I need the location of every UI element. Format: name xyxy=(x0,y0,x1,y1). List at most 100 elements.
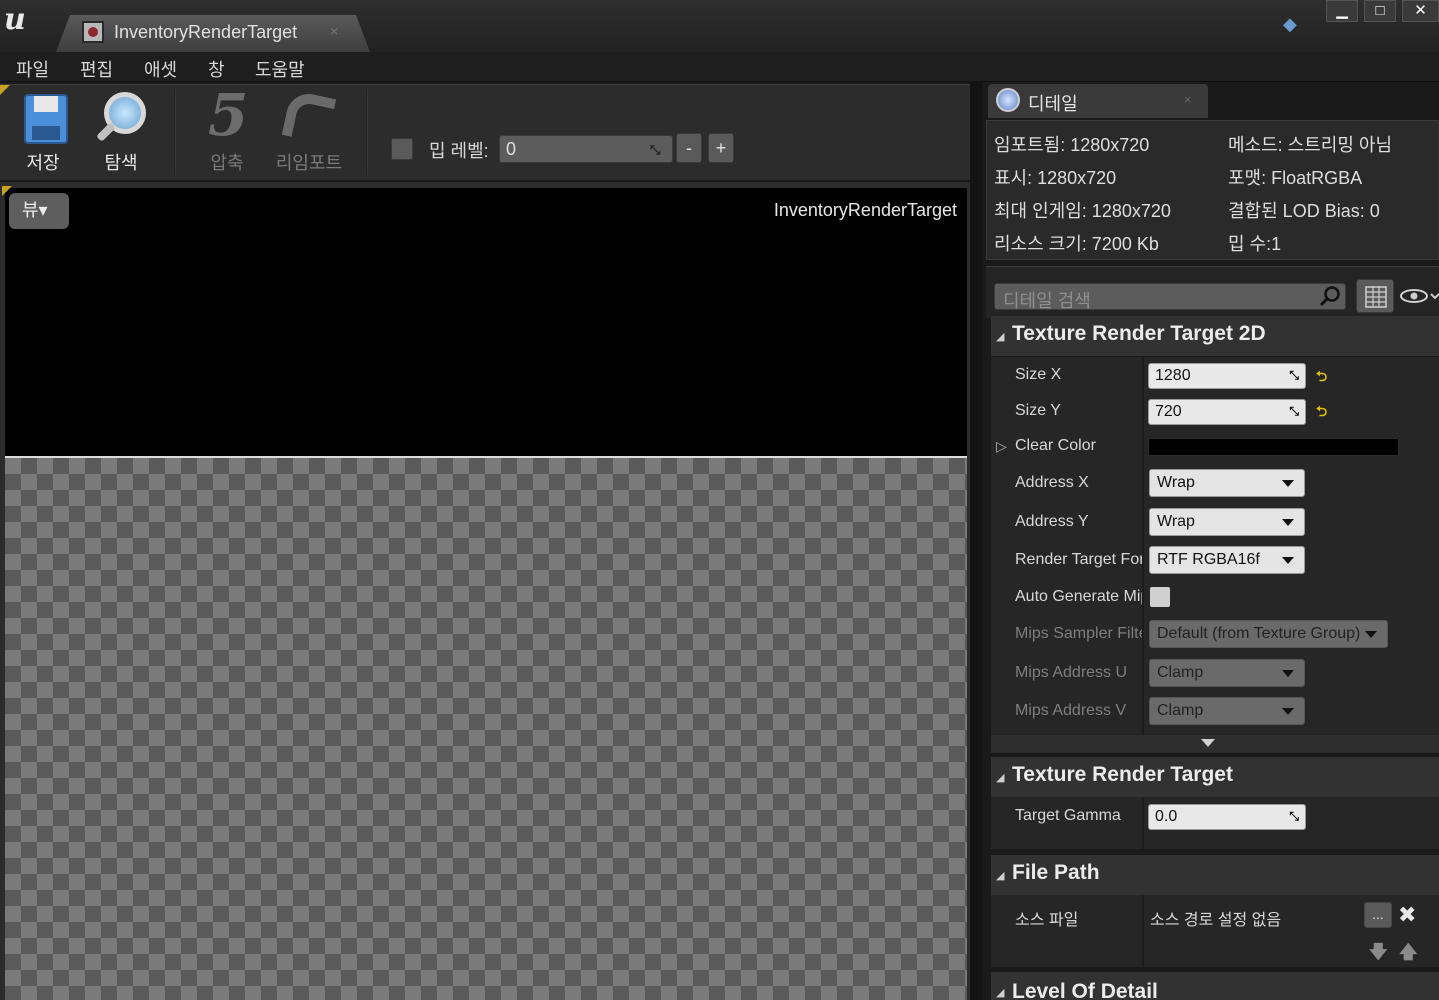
address-x-value: Wrap xyxy=(1157,474,1195,491)
info-displayed: 표시: 1280x720 xyxy=(994,168,1117,188)
category-title: File Path xyxy=(1012,861,1100,884)
save-disk-icon xyxy=(24,94,68,144)
category-file-path[interactable]: ◢ File Path xyxy=(991,855,1439,895)
menu-window[interactable]: 창 xyxy=(208,56,225,82)
details-search-input[interactable]: 디테일 검색 xyxy=(994,283,1346,311)
info-max-ingame: 최대 인게임: 1280x720 xyxy=(994,201,1171,221)
details-tab-close-icon[interactable]: × xyxy=(1184,92,1192,107)
reimport-icon xyxy=(281,89,338,146)
column-separator[interactable] xyxy=(1142,357,1144,735)
mips-sampler-filter-label: Mips Sampler Filter xyxy=(1015,625,1142,642)
title-bar: u InventoryRenderTarget × ◆ ▁ □ ✕ xyxy=(0,0,1439,52)
toolbar-separator xyxy=(174,89,176,175)
info-icon xyxy=(996,88,1020,112)
drag-arrows-icon: ⤡ xyxy=(1289,809,1299,823)
source-file-label: 소스 파일 xyxy=(1015,912,1079,929)
clear-color-label: Clear Color xyxy=(1015,437,1096,454)
compress-5-icon: 5 xyxy=(208,81,249,149)
texture-preview-checkerboard[interactable] xyxy=(5,456,967,1000)
address-x-dropdown[interactable]: Wrap xyxy=(1149,469,1305,497)
info-format: 포맷: FloatRGBA xyxy=(1228,168,1363,188)
info-mip-count: 밉 수:1 xyxy=(1228,234,1282,254)
drag-arrows-icon: ⤡ xyxy=(1289,368,1299,382)
menu-edit[interactable]: 편집 xyxy=(80,56,113,82)
mips-address-v-dropdown[interactable]: Clamp xyxy=(1149,697,1305,725)
chevron-down-icon xyxy=(1282,708,1294,715)
size-y-input[interactable]: 720 ⤡ xyxy=(1148,399,1306,425)
maximize-button[interactable]: □ xyxy=(1364,0,1396,22)
mips-address-v-label: Mips Address V xyxy=(1015,702,1127,719)
size-y-label: Size Y xyxy=(1015,402,1061,419)
search-icon xyxy=(1319,286,1340,307)
size-y-value: 720 xyxy=(1155,403,1182,420)
browse-source-button[interactable]: ... xyxy=(1364,902,1392,928)
compress-label: 압축 xyxy=(210,153,244,173)
auto-generate-mips-checkbox[interactable] xyxy=(1150,587,1170,607)
auto-generate-mips-label: Auto Generate Mips xyxy=(1015,588,1142,605)
viewport[interactable] xyxy=(5,188,967,456)
render-target-format-dropdown[interactable]: RTF RGBA16f xyxy=(1149,546,1305,574)
target-gamma-input[interactable]: 0.0 ⤡ xyxy=(1148,804,1306,830)
chevron-down-icon xyxy=(1282,480,1294,487)
category-title: Texture Render Target xyxy=(1012,763,1233,786)
clear-color-swatch[interactable] xyxy=(1148,438,1399,456)
details-tab[interactable]: 디테일 × xyxy=(988,84,1208,118)
menu-help[interactable]: 도움말 xyxy=(255,56,305,82)
chevron-down-icon xyxy=(1282,557,1294,564)
mip-level-value: 0 xyxy=(506,139,517,159)
view-options-eye-icon[interactable] xyxy=(1400,286,1439,306)
mips-sampler-filter-dropdown[interactable]: Default (from Texture Group) xyxy=(1149,620,1388,648)
mip-level-input[interactable]: 0 ⤡ xyxy=(499,135,673,163)
menu-asset[interactable]: 애셋 xyxy=(144,56,177,82)
expand-triangle-icon[interactable]: ▷ xyxy=(996,438,1007,455)
document-tab[interactable]: InventoryRenderTarget × xyxy=(56,15,370,52)
category-texture-render-target[interactable]: ◢ Texture Render Target xyxy=(991,757,1439,797)
chevron-down-icon xyxy=(1365,631,1377,638)
reset-to-default-icon[interactable]: ⮌ xyxy=(1316,401,1327,425)
arrow-up-icon[interactable]: 🡅 xyxy=(1399,940,1418,970)
blueprint-hat-icon[interactable]: ◆ xyxy=(1283,14,1307,34)
collapse-triangle-icon: ◢ xyxy=(996,987,1005,999)
search-placeholder: 디테일 검색 xyxy=(1003,291,1091,311)
unreal-logo-icon[interactable]: u xyxy=(4,4,40,40)
viewport-title: InventoryRenderTarget xyxy=(773,200,957,220)
column-separator[interactable] xyxy=(1142,797,1144,849)
menu-file[interactable]: 파일 xyxy=(16,56,49,82)
reimport-label: 리임포트 xyxy=(275,153,343,173)
view-options-button[interactable]: 뷰▾ xyxy=(9,193,69,229)
mip-increase-button[interactable]: + xyxy=(708,133,734,163)
document-tab-label: InventoryRenderTarget xyxy=(114,22,298,42)
grid-icon xyxy=(1365,286,1387,308)
category-texture-render-target-2d[interactable]: ◢ Texture Render Target 2D xyxy=(991,316,1439,356)
reset-to-default-icon[interactable]: ⮌ xyxy=(1316,366,1327,390)
toolbar-separator xyxy=(366,89,368,175)
panel-splitter[interactable] xyxy=(970,82,982,1000)
mips-address-u-dropdown[interactable]: Clamp xyxy=(1149,659,1305,687)
chevron-down-icon xyxy=(1282,519,1294,526)
category-title: Level Of Detail xyxy=(1012,980,1158,1000)
size-x-input[interactable]: 1280 ⤡ xyxy=(1148,363,1306,389)
category-level-of-detail[interactable]: ◢ Level Of Detail xyxy=(991,972,1439,1000)
clear-source-icon[interactable]: ✖ xyxy=(1398,902,1416,928)
document-tab-close-icon[interactable]: × xyxy=(330,23,338,39)
arrow-down-icon[interactable]: 🡇 xyxy=(1369,940,1388,970)
mip-level-label: 밉 레벨: xyxy=(429,141,489,161)
target-gamma-value: 0.0 xyxy=(1155,808,1178,825)
target-gamma-label: Target Gamma xyxy=(1015,807,1121,824)
address-y-dropdown[interactable]: Wrap xyxy=(1149,508,1305,536)
render-target-format-label: Render Target Format xyxy=(1015,551,1142,568)
property-matrix-button[interactable] xyxy=(1356,279,1394,313)
render-target-format-value: RTF RGBA16f xyxy=(1157,551,1260,568)
mip-decrease-button[interactable]: - xyxy=(676,133,702,163)
info-resource-size: 리소스 크기: 7200 Kb xyxy=(994,234,1159,254)
collapse-triangle-icon: ◢ xyxy=(996,772,1005,784)
minimize-button[interactable]: ▁ xyxy=(1326,0,1358,22)
mip-level-checkbox[interactable] xyxy=(391,138,413,160)
column-separator[interactable] xyxy=(1142,895,1144,967)
close-window-button[interactable]: ✕ xyxy=(1402,0,1439,22)
info-lod-bias: 결합된 LOD Bias: 0 xyxy=(1228,201,1380,221)
drag-arrows-icon: ⤡ xyxy=(650,142,661,157)
show-advanced-toggle[interactable] xyxy=(991,735,1439,753)
expand-advanced-icon xyxy=(1201,739,1215,747)
address-y-label: Address Y xyxy=(1015,513,1089,530)
